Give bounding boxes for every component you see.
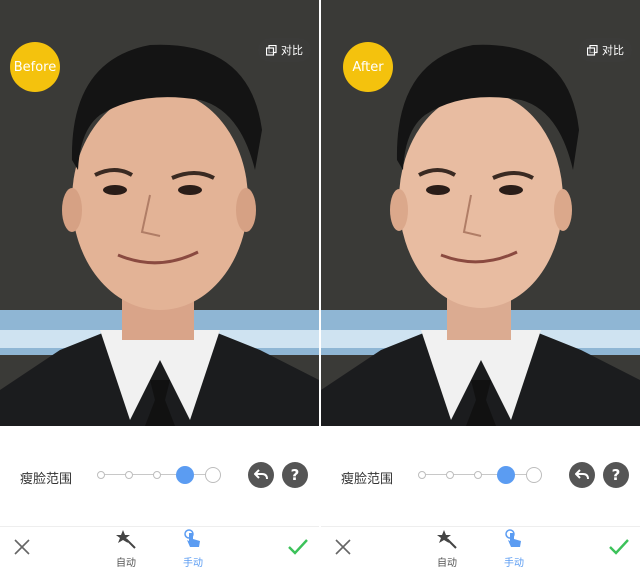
checkmark-icon[interactable] [287, 537, 309, 557]
auto-mode-button[interactable]: 自动 [106, 529, 146, 568]
adjust-controls: 瘦脸范围 ? [321, 426, 640, 526]
magic-wand-icon [116, 530, 136, 549]
slider-step[interactable] [526, 467, 542, 483]
slider-thumb[interactable] [497, 466, 515, 484]
undo-icon [575, 469, 589, 480]
undo-icon [254, 469, 268, 480]
undo-button[interactable] [569, 462, 595, 488]
copy-icon [266, 44, 277, 56]
slider-step[interactable] [474, 471, 482, 479]
manual-mode-button[interactable]: 手动 [173, 529, 213, 568]
magic-wand-icon [437, 530, 457, 549]
range-label: 瘦脸范围 [341, 472, 394, 487]
compare-label: 对比 [602, 44, 624, 57]
manual-mode-label: 手动 [504, 558, 524, 568]
finger-icon [505, 529, 521, 547]
bottom-toolbar: 自动 手动 [321, 526, 640, 568]
checkmark-icon[interactable] [608, 537, 630, 557]
finger-icon [184, 529, 200, 547]
auto-mode-button[interactable]: 自动 [427, 529, 467, 568]
slider-step[interactable] [125, 471, 133, 479]
help-icon: ? [290, 466, 300, 484]
before-panel: Before 对比 瘦脸范围 ? 自动 手动 [0, 0, 319, 568]
range-slider[interactable] [416, 464, 546, 486]
manual-mode-label: 手动 [183, 558, 203, 568]
slider-thumb[interactable] [176, 466, 194, 484]
before-badge: Before [10, 42, 60, 92]
slider-step[interactable] [97, 471, 105, 479]
range-label: 瘦脸范围 [20, 472, 73, 487]
bottom-toolbar: 自动 手动 [0, 526, 319, 568]
close-icon[interactable] [333, 537, 353, 557]
help-button[interactable]: ? [282, 462, 308, 488]
compare-button[interactable]: 对比 [579, 38, 632, 62]
adjust-controls: 瘦脸范围 ? [0, 426, 319, 526]
help-button[interactable]: ? [603, 462, 629, 488]
range-slider[interactable] [95, 464, 225, 486]
auto-mode-label: 自动 [116, 558, 136, 568]
after-panel: After 对比 瘦脸范围 ? 自动 手动 [321, 0, 640, 568]
slider-step[interactable] [446, 471, 454, 479]
manual-mode-button[interactable]: 手动 [494, 529, 534, 568]
auto-mode-label: 自动 [437, 558, 457, 568]
compare-button[interactable]: 对比 [258, 38, 311, 62]
copy-icon [587, 44, 598, 56]
after-badge: After [343, 42, 393, 92]
undo-button[interactable] [248, 462, 274, 488]
close-icon[interactable] [12, 537, 32, 557]
help-icon: ? [611, 466, 621, 484]
slider-step[interactable] [205, 467, 221, 483]
slider-step[interactable] [153, 471, 161, 479]
compare-label: 对比 [281, 44, 303, 57]
slider-step[interactable] [418, 471, 426, 479]
